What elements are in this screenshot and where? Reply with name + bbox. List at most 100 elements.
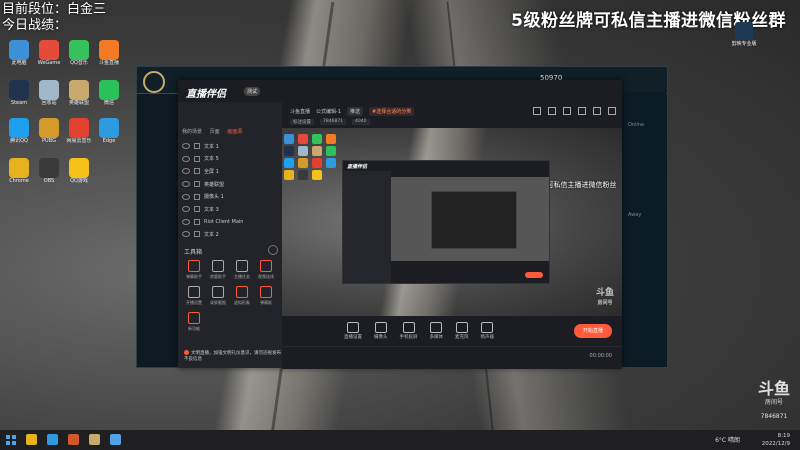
minimize-icon[interactable] <box>593 107 601 115</box>
toolbox-grid: 弹幕助手 房管助手 主播任务 视频连线 开播设置 录屏截图 虚拟形象 弹幕姬 新… <box>182 260 280 332</box>
push-button[interactable]: 推送 <box>347 107 364 116</box>
tab-my-scenes[interactable]: 我的场景 <box>182 129 202 135</box>
desktop-icon[interactable]: 回收站 <box>34 80 64 106</box>
app-icon <box>99 80 119 100</box>
desktop-icon[interactable]: OBS <box>34 158 64 184</box>
taskbar-app-icon[interactable] <box>89 434 100 445</box>
weather-widget[interactable]: 6°C 晴朗 <box>715 435 740 444</box>
desktop-icon[interactable]: QQ音乐 <box>64 40 94 66</box>
scene-list: 文本 1 文本 5 全屏 1 英雄联盟 摄像头 1 文本 3 Riot Clie… <box>182 140 278 241</box>
desktop-icon[interactable]: Edge <box>94 118 124 144</box>
desktop-icon[interactable]: 微信 <box>94 80 124 106</box>
media-button[interactable]: 多媒体 <box>430 322 443 340</box>
lock-icon[interactable] <box>194 155 200 162</box>
tool-danmaku-ji[interactable]: 弹幕姬 <box>254 286 278 306</box>
scene-item[interactable]: 文本 1 <box>182 140 278 153</box>
lock-icon[interactable] <box>194 143 200 150</box>
preview-app-icon <box>312 158 322 168</box>
eye-icon[interactable] <box>182 218 190 225</box>
camera-button[interactable]: 摄像头 <box>374 322 388 340</box>
toolbox-more-icon[interactable] <box>268 245 278 255</box>
tool-video-link[interactable]: 视频连线 <box>254 260 278 280</box>
bottom-toolbar: 直播设置 摄像头 手机投屏 多媒体 麦克风 扬声器 开始直播 <box>282 316 622 346</box>
lock-icon[interactable] <box>194 193 200 200</box>
lock-icon[interactable] <box>194 168 200 175</box>
tab-platform[interactable]: 斗鱼直播 <box>290 108 310 115</box>
close-icon[interactable] <box>608 107 616 115</box>
mail-icon[interactable] <box>548 107 556 115</box>
clock[interactable]: 8:19 2022/12/9 <box>762 432 790 448</box>
live-settings-button[interactable]: 直播设置 <box>344 322 362 340</box>
scene-label: 全屏 1 <box>204 168 219 175</box>
preview-app-icon <box>284 134 294 144</box>
tool-settings[interactable]: 开播设置 <box>182 286 206 306</box>
lock-icon[interactable] <box>194 231 200 238</box>
tab-sources[interactable]: 画面源 <box>227 129 242 135</box>
eye-icon[interactable] <box>182 168 190 175</box>
desktop-icon-label: 英雄联盟 <box>68 100 89 106</box>
eye-icon[interactable] <box>182 231 190 238</box>
share-icon[interactable] <box>578 107 586 115</box>
scene-item[interactable]: 英雄联盟 <box>182 178 278 191</box>
desktop-icon[interactable]: 腾讯QQ <box>4 118 34 144</box>
desktop-icon[interactable]: 斗鱼直播 <box>94 40 124 66</box>
league-status-online: Online <box>628 122 645 128</box>
desktop-icon[interactable]: PUBG <box>34 118 64 144</box>
speaker-button[interactable]: 扬声器 <box>481 322 494 340</box>
windows-start-icon[interactable] <box>6 435 16 445</box>
tool-new-feature[interactable]: 新功能 <box>182 312 206 332</box>
tool-room-admin[interactable]: 房管助手 <box>206 260 230 280</box>
desktop-icon[interactable]: WeGame <box>34 40 64 66</box>
streaming-app-window[interactable]: 直播伴侣 测试 我的场景 页面 画面源 文本 1 文本 5 全屏 1 英雄联盟 … <box>178 80 622 369</box>
desktop-icon-jianying[interactable]: 剪映专业版 <box>724 22 764 47</box>
microphone-button[interactable]: 麦克风 <box>455 322 469 340</box>
scene-item[interactable]: 文本 3 <box>182 203 278 216</box>
lock-icon[interactable] <box>194 181 200 188</box>
scene-item[interactable]: Riot Client Main <box>182 216 278 229</box>
bell-icon[interactable] <box>563 107 571 115</box>
desktop-icon[interactable]: Chrome <box>4 158 34 184</box>
desktop-icon[interactable]: 英雄联盟 <box>64 80 94 106</box>
eye-icon[interactable] <box>182 206 190 213</box>
tool-danmu[interactable]: 弹幕助手 <box>182 260 206 280</box>
scene-item[interactable]: 摄像头 1 <box>182 190 278 203</box>
scene-item[interactable]: 文本 2 <box>182 228 278 241</box>
eye-icon[interactable] <box>182 181 190 188</box>
taskbar-app-icon[interactable] <box>26 434 37 445</box>
desktop-icon-label: QQ音乐 <box>70 60 88 66</box>
scene-item[interactable]: 文本 5 <box>182 153 278 166</box>
preview-desktop-icons <box>284 134 339 180</box>
tool-tasks[interactable]: 主播任务 <box>230 260 254 280</box>
desktop-icon[interactable]: Steam <box>4 80 34 106</box>
desktop-icon[interactable]: 网易云音乐 <box>64 118 94 144</box>
desktop-icon[interactable]: 此电脑 <box>4 40 34 66</box>
tab-title[interactable]: 公式编辑-1 <box>316 108 341 115</box>
scene-label: 摄像头 1 <box>204 194 224 201</box>
preview-app-icon <box>326 158 336 168</box>
phone-cast-button[interactable]: 手机投屏 <box>400 322 418 340</box>
tool-record[interactable]: 录屏截图 <box>206 286 230 306</box>
gift-icon[interactable] <box>533 107 541 115</box>
eye-icon[interactable] <box>182 143 190 150</box>
app-icon <box>39 158 59 178</box>
eye-icon[interactable] <box>182 193 190 200</box>
category-select[interactable]: #选择合适的分类 <box>369 107 415 116</box>
tab-pages[interactable]: 页面 <box>210 129 220 135</box>
eye-icon[interactable] <box>182 155 190 162</box>
lock-icon[interactable] <box>194 206 200 213</box>
app-icon <box>39 80 59 100</box>
stream-preview[interactable]: 5级粉丝牌可私信主播进微信粉丝群 直播伴侣 斗鱼 房间号 <box>282 128 622 316</box>
app-icon <box>69 80 89 100</box>
taskbar-app-icon[interactable] <box>47 434 58 445</box>
scene-item[interactable]: 全屏 1 <box>182 165 278 178</box>
taskbar-app-icon[interactable] <box>110 434 121 445</box>
desktop-icon-label: OBS <box>43 178 55 184</box>
desktop-icon[interactable]: QQ游戏 <box>64 158 94 184</box>
taskbar-app-icon[interactable] <box>68 434 79 445</box>
league-status-away: Away <box>628 212 642 218</box>
start-live-button[interactable]: 开始直播 <box>574 324 612 338</box>
tool-avatar[interactable]: 虚拟形象 <box>230 286 254 306</box>
douyu-watermark: 斗鱼 房间号 7846871 <box>758 381 790 424</box>
lock-icon[interactable] <box>194 218 200 225</box>
label-settings[interactable]: 标注设置 <box>290 119 314 125</box>
